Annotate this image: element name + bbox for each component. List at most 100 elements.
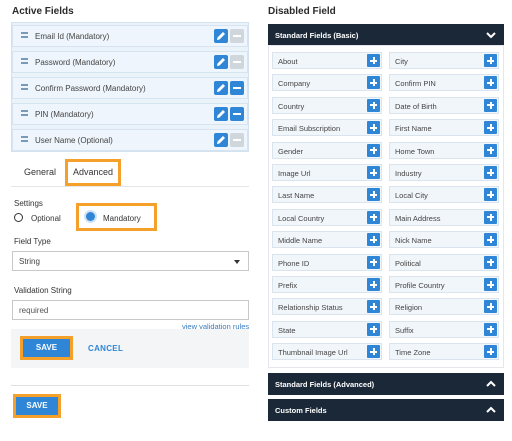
validation-input[interactable]	[13, 301, 248, 319]
edit-icon[interactable]	[214, 55, 228, 69]
cancel-button[interactable]: CANCEL	[88, 344, 123, 353]
add-icon[interactable]	[367, 98, 380, 112]
disabled-field-item: Local City	[389, 186, 499, 204]
active-field-row[interactable]: Password (Mandatory)	[12, 51, 248, 73]
disabled-field-item: Last Name	[272, 186, 382, 204]
disabled-field-label: Image Url	[278, 169, 311, 178]
active-field-label: Confirm Password (Mandatory)	[35, 84, 146, 93]
add-icon[interactable]	[484, 166, 497, 179]
tab-underline	[11, 186, 249, 187]
disabled-field-item: Local Country	[272, 208, 382, 226]
add-icon[interactable]	[367, 121, 380, 135]
custom-fields-header[interactable]: Custom Fields	[268, 399, 504, 421]
add-icon[interactable]	[484, 76, 497, 90]
active-field-label: PIN (Mandatory)	[35, 110, 94, 119]
add-icon[interactable]	[484, 121, 497, 135]
disabled-field-item: Middle Name	[272, 231, 382, 249]
disabled-field-item: Phone ID	[272, 253, 382, 271]
disabled-field-label: Main Address	[395, 213, 441, 223]
optional-radio[interactable]	[14, 213, 23, 222]
disabled-field-item: City	[389, 52, 499, 69]
disabled-field-item: Date of Birth	[389, 96, 499, 114]
tab-advanced[interactable]: Advanced	[73, 167, 113, 177]
field-type-label: Field Type	[14, 237, 51, 246]
drag-handle-icon[interactable]	[21, 136, 28, 144]
drag-handle-icon[interactable]	[21, 32, 28, 40]
disabled-field-item: Political	[389, 253, 499, 271]
add-icon[interactable]	[367, 210, 380, 224]
drag-handle-icon[interactable]	[21, 84, 28, 92]
active-field-row[interactable]: PIN (Mandatory)	[12, 103, 248, 125]
add-icon[interactable]	[367, 188, 380, 202]
add-icon[interactable]	[367, 255, 380, 269]
disabled-field-item: Country	[272, 96, 382, 114]
add-icon[interactable]	[484, 345, 497, 359]
edit-icon[interactable]	[214, 81, 228, 95]
edit-icon[interactable]	[214, 107, 228, 121]
add-icon[interactable]	[484, 143, 497, 157]
tab-general[interactable]: General	[24, 167, 56, 177]
disabled-field-item: Home Town	[389, 141, 499, 159]
active-field-row[interactable]: Confirm Password (Mandatory)	[12, 77, 248, 99]
remove-icon[interactable]	[230, 55, 244, 69]
disabled-field-label: Religion	[395, 303, 423, 313]
add-icon[interactable]	[484, 98, 497, 112]
active-field-row[interactable]: User Name (Optional)	[12, 129, 248, 151]
drag-handle-icon[interactable]	[21, 110, 28, 118]
edit-icon[interactable]	[214, 133, 228, 147]
add-icon[interactable]	[367, 54, 380, 67]
remove-icon[interactable]	[230, 29, 244, 43]
add-icon[interactable]	[484, 322, 497, 336]
disabled-field-label: State	[278, 325, 296, 335]
standard-basic-header[interactable]: Standard Fields (Basic)	[268, 24, 504, 46]
standard-basic-body: About City Company Confirm PIN Country Date o…	[268, 45, 504, 368]
disabled-field-item: Religion	[389, 298, 499, 316]
caret-down-icon	[234, 260, 240, 264]
remove-icon[interactable]	[230, 133, 244, 147]
disabled-field-label: Local City	[395, 191, 428, 201]
remove-icon[interactable]	[230, 107, 244, 121]
drag-handle-icon[interactable]	[21, 58, 28, 66]
add-icon[interactable]	[484, 54, 497, 67]
mandatory-radio[interactable]	[86, 212, 95, 221]
disabled-field-item: Company	[272, 74, 382, 92]
disabled-field-label: City	[395, 57, 408, 66]
disabled-field-label: Local Country	[278, 213, 325, 223]
validation-input-wrapper	[12, 300, 249, 320]
add-icon[interactable]	[484, 278, 497, 291]
add-icon[interactable]	[367, 300, 380, 314]
edit-icon[interactable]	[214, 29, 228, 43]
disabled-field-label: Home Town	[395, 146, 435, 156]
add-icon[interactable]	[367, 322, 380, 336]
add-icon[interactable]	[484, 255, 497, 269]
disabled-field-label: Last Name	[278, 191, 315, 201]
disabled-field-label: Middle Name	[278, 236, 323, 246]
field-type-select[interactable]: String	[12, 251, 249, 271]
chevron-up-icon	[486, 380, 496, 387]
active-field-label: Password (Mandatory)	[35, 58, 116, 67]
standard-advanced-title: Standard Fields (Advanced)	[275, 380, 375, 389]
add-icon[interactable]	[484, 233, 497, 247]
add-icon[interactable]	[484, 188, 497, 202]
add-icon[interactable]	[484, 210, 497, 224]
add-icon[interactable]	[484, 300, 497, 314]
disabled-field-label: Email Subscription	[278, 124, 341, 134]
add-icon[interactable]	[367, 166, 380, 179]
add-icon[interactable]	[367, 278, 380, 291]
disabled-field-item: Relationship Status	[272, 298, 382, 316]
add-icon[interactable]	[367, 76, 380, 90]
custom-fields-title: Custom Fields	[275, 406, 327, 415]
remove-icon[interactable]	[230, 81, 244, 95]
disabled-field-label: Industry	[395, 169, 422, 178]
disabled-field-label: Relationship Status	[278, 303, 343, 313]
add-icon[interactable]	[367, 143, 380, 157]
save-button[interactable]: SAVE	[23, 339, 70, 357]
add-icon[interactable]	[367, 233, 380, 247]
disabled-field-item: Industry	[389, 164, 499, 181]
add-icon[interactable]	[367, 345, 380, 359]
save-bottom-button[interactable]: SAVE	[16, 397, 58, 415]
field-type-value: String	[19, 257, 40, 266]
standard-advanced-header[interactable]: Standard Fields (Advanced)	[268, 373, 504, 395]
disabled-field-item: Confirm PIN	[389, 74, 499, 92]
active-field-row[interactable]: Email Id (Mandatory)	[12, 25, 248, 47]
